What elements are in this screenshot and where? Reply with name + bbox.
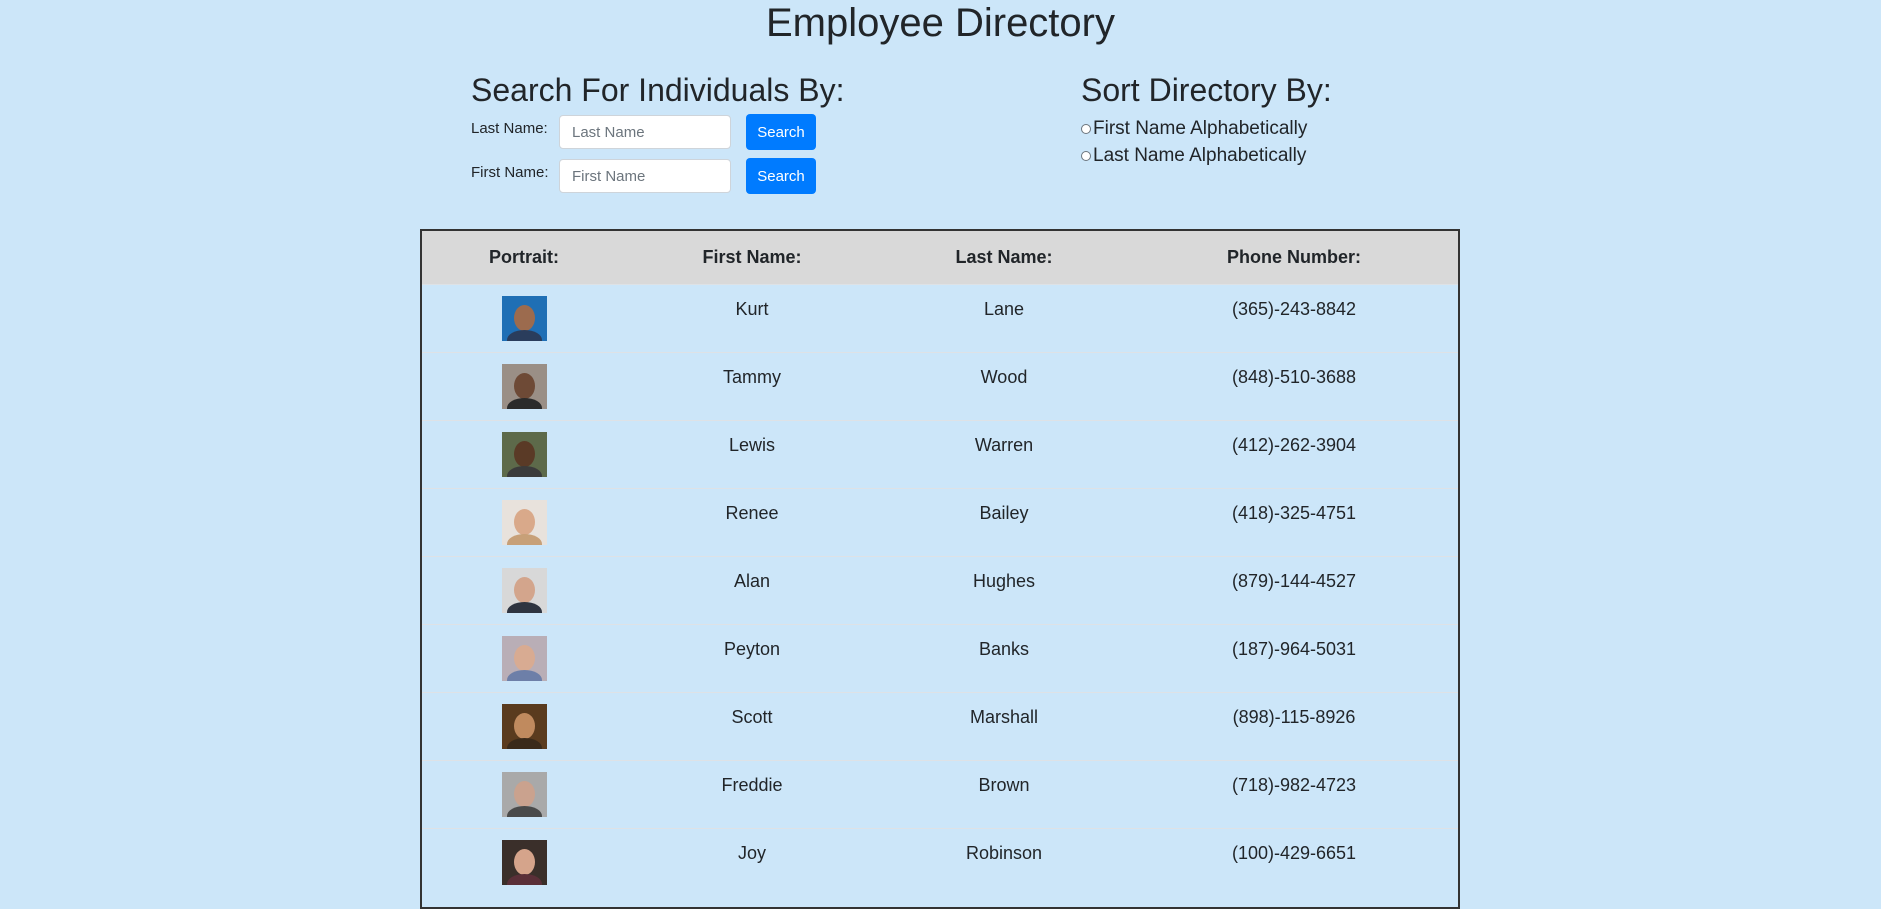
last-name-cell: Wood [980, 366, 1028, 387]
table-row: Joy Robinson (100)-429-6651 [422, 828, 1458, 896]
sort-panel: Sort Directory By: First Name Alphabetic… [1081, 70, 1481, 166]
employee-table-container: Portrait: First Name: Last Name: Phone N… [420, 229, 1460, 909]
header-portrait: Portrait: [488, 246, 559, 267]
portrait-image [501, 295, 547, 341]
first-name-cell: Lewis [728, 434, 776, 455]
first-name-cell: Kurt [735, 298, 769, 319]
last-name-input[interactable] [559, 115, 731, 149]
sort-last-name-option[interactable]: Last Name Alphabetically [1081, 143, 1306, 169]
sort-title: Sort Directory By: [1081, 72, 1332, 108]
last-name-cell: Brown [978, 774, 1030, 795]
table-row: Freddie Brown (718)-982-4723 [422, 760, 1458, 828]
portrait-cell [422, 760, 626, 828]
last-name-cell: Marshall [969, 706, 1039, 727]
last-name-label: Last Name: [471, 120, 548, 137]
portrait-cell [422, 692, 626, 760]
portrait-image [501, 635, 547, 681]
header-phone: Phone Number: [1226, 246, 1361, 267]
sort-last-name-radio[interactable] [1081, 151, 1091, 161]
first-name-search-button[interactable]: Search [746, 158, 816, 194]
phone-number-cell: (718)-982-4723 [1231, 774, 1357, 795]
table-row: Alan Hughes (879)-144-4527 [422, 556, 1458, 624]
portrait-image [501, 363, 547, 409]
table-body: Kurt Lane (365)-243-8842 Tammy Wood (848)-510… [422, 284, 1458, 896]
portrait-image [501, 499, 547, 545]
phone-number-cell: (848)-510-3688 [1231, 366, 1357, 387]
employee-table: Portrait: First Name: Last Name: Phone N… [422, 231, 1458, 896]
last-name-cell: Robinson [965, 842, 1043, 863]
portrait-cell [422, 624, 626, 692]
first-name-cell: Peyton [723, 638, 781, 659]
table-row: Kurt Lane (365)-243-8842 [422, 284, 1458, 352]
page-title: Employee Directory [765, 1, 1115, 45]
first-name-cell: Alan [733, 570, 771, 591]
phone-number-cell: (187)-964-5031 [1231, 638, 1357, 659]
portrait-image [501, 839, 547, 885]
portrait-image [501, 567, 547, 613]
first-name-cell: Tammy [723, 366, 781, 387]
table-header-row: Portrait: First Name: Last Name: Phone N… [422, 231, 1458, 284]
portrait-image [501, 771, 547, 817]
portrait-cell [422, 420, 626, 488]
phone-number-cell: (365)-243-8842 [1231, 298, 1357, 319]
phone-number-cell: (879)-144-4527 [1231, 570, 1357, 591]
first-name-cell: Freddie [721, 774, 783, 795]
portrait-cell [422, 828, 626, 896]
search-panel: Search For Individuals By: Last Name: Se… [471, 70, 891, 194]
table-row: Lewis Warren (412)-262-3904 [422, 420, 1458, 488]
phone-number-cell: (418)-325-4751 [1231, 502, 1357, 523]
search-title: Search For Individuals By: [471, 72, 845, 108]
first-name-cell: Joy [737, 842, 766, 863]
last-name-cell: Lane [983, 298, 1025, 319]
table-row: Tammy Wood (848)-510-3688 [422, 352, 1458, 420]
last-name-cell: Hughes [972, 570, 1036, 591]
phone-number-cell: (100)-429-6651 [1231, 842, 1357, 863]
table-row: Peyton Banks (187)-964-5031 [422, 624, 1458, 692]
portrait-image [501, 703, 547, 749]
last-name-search-button[interactable]: Search [746, 114, 816, 150]
sort-last-name-label: Last Name Alphabetically [1093, 145, 1307, 166]
portrait-cell [422, 556, 626, 624]
sort-first-name-label: First Name Alphabetically [1093, 118, 1308, 139]
portrait-cell [422, 488, 626, 556]
phone-number-cell: (898)-115-8926 [1232, 706, 1356, 727]
first-name-search-row: First Name: Search [471, 158, 816, 194]
last-name-cell: Warren [974, 434, 1034, 455]
first-name-input[interactable] [559, 159, 731, 193]
header-last-name: Last Name: [955, 246, 1053, 267]
table-row: Renee Bailey (418)-325-4751 [422, 488, 1458, 556]
portrait-cell [422, 352, 626, 420]
sort-first-name-radio[interactable] [1081, 124, 1091, 134]
first-name-label: First Name: [471, 164, 549, 181]
phone-number-cell: (412)-262-3904 [1231, 434, 1357, 455]
portrait-cell [422, 284, 626, 352]
header-first-name: First Name: [702, 246, 802, 267]
first-name-cell: Renee [725, 502, 779, 523]
last-name-search-row: Last Name: Search [471, 114, 816, 150]
portrait-image [501, 431, 547, 477]
last-name-cell: Bailey [979, 502, 1029, 523]
last-name-cell: Banks [978, 638, 1030, 659]
sort-first-name-option[interactable]: First Name Alphabetically [1081, 116, 1307, 142]
first-name-cell: Scott [731, 706, 773, 727]
table-row: Scott Marshall (898)-115-8926 [422, 692, 1458, 760]
